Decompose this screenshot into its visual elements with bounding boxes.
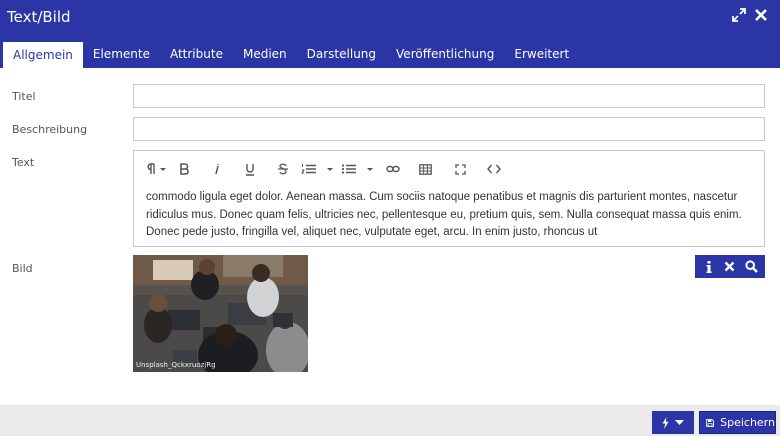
ordered-list-icon <box>301 164 333 174</box>
ordered-list-button[interactable] <box>299 159 339 179</box>
beschreibung-label: Beschreibung <box>12 123 88 136</box>
link-button[interactable] <box>379 159 407 179</box>
tab-attribute[interactable]: Attribute <box>160 40 233 68</box>
unordered-list-icon <box>341 164 373 174</box>
strikethrough-button[interactable] <box>266 159 299 179</box>
paragraph-icon <box>147 163 166 174</box>
bild-label: Bild <box>12 262 33 275</box>
titel-input[interactable] <box>133 84 765 108</box>
strikethrough-icon <box>277 163 288 175</box>
image-preview[interactable]: Unsplash_QckxruozjRg <box>133 255 308 372</box>
tab-medien[interactable]: Medien <box>233 40 297 68</box>
code-icon <box>487 164 501 174</box>
fullscreen-icon <box>454 163 466 175</box>
tab-veroeffentlichung[interactable]: Veröffentlichung <box>386 40 504 68</box>
titel-label: Titel <box>12 90 36 103</box>
search-icon <box>745 260 758 273</box>
header-actions <box>732 8 768 22</box>
image-toolbar <box>695 255 765 278</box>
dialog-title: Text/Bild <box>7 8 71 26</box>
paragraph-format-button[interactable] <box>144 159 168 179</box>
tab-bar: Allgemein Elemente Attribute Medien Dars… <box>3 40 579 68</box>
image-caption: Unsplash_QckxruozjRg <box>136 361 216 369</box>
tab-elemente[interactable]: Elemente <box>83 40 160 68</box>
underline-icon <box>245 163 254 176</box>
save-button[interactable]: Speichern <box>699 411 776 434</box>
editor-toolbar <box>144 159 511 179</box>
table-button[interactable] <box>407 159 443 179</box>
caret-down-icon <box>675 420 684 425</box>
remove-icon <box>725 261 735 272</box>
underline-button[interactable] <box>233 159 266 179</box>
save-icon <box>706 418 714 427</box>
image-search-button[interactable] <box>742 258 760 276</box>
editor-content[interactable]: commodo ligula eget dolor. Aenean massa.… <box>146 189 756 242</box>
rich-text-editor: commodo ligula eget dolor. Aenean massa.… <box>133 150 765 247</box>
lightning-icon <box>662 416 669 429</box>
italic-icon <box>214 163 219 175</box>
link-icon <box>386 165 400 173</box>
italic-button[interactable] <box>200 159 233 179</box>
close-icon[interactable] <box>754 8 768 22</box>
fullscreen-button[interactable] <box>443 159 477 179</box>
code-view-button[interactable] <box>477 159 511 179</box>
image-remove-button[interactable] <box>721 258 739 276</box>
tab-darstellung[interactable]: Darstellung <box>297 40 386 68</box>
quick-actions-button[interactable] <box>652 411 694 434</box>
bold-icon <box>180 163 189 175</box>
text-label: Text <box>12 156 35 169</box>
image-info-button[interactable] <box>700 258 718 276</box>
tab-erweitert[interactable]: Erweitert <box>504 40 579 68</box>
maximize-icon[interactable] <box>732 8 746 22</box>
table-icon <box>418 163 432 175</box>
save-button-label: Speichern <box>720 416 775 429</box>
tab-allgemein[interactable]: Allgemein <box>3 40 83 68</box>
unordered-list-button[interactable] <box>339 159 379 179</box>
dialog-header: Text/Bild Allgemein Elemente Attribute M… <box>0 0 780 68</box>
info-icon <box>706 260 712 273</box>
bold-button[interactable] <box>168 159 200 179</box>
beschreibung-input[interactable] <box>133 117 765 141</box>
office-photo <box>133 255 308 372</box>
